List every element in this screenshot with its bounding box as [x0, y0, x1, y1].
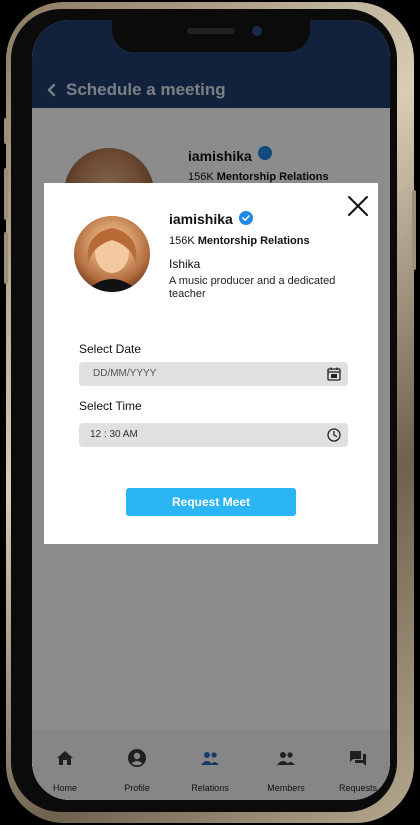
avatar: [74, 216, 150, 292]
date-label: Select Date: [79, 342, 142, 356]
volume-down-button: [4, 232, 8, 284]
time-value: 12 : 30 AM: [90, 429, 138, 440]
date-field[interactable]: DD/MM/YYYY: [79, 362, 348, 386]
date-placeholder: DD/MM/YYYY: [93, 368, 157, 379]
close-icon[interactable]: [347, 195, 369, 217]
username: iamishika: [169, 211, 233, 227]
volume-up-button: [4, 168, 8, 220]
mute-switch: [4, 118, 8, 144]
verified-check-icon: [239, 211, 253, 225]
relations-label: Mentorship Relations: [197, 235, 310, 247]
relations-count: 156K Mentorship Relations: [169, 235, 310, 247]
schedule-meeting-dialog: iamishika 156K Mentorship Relations Ishi…: [44, 183, 378, 544]
front-camera: [252, 26, 262, 36]
power-button: [412, 190, 416, 270]
time-label: Select Time: [79, 399, 142, 413]
request-meet-button[interactable]: Request Meet: [126, 488, 296, 516]
display-name: Ishika: [169, 257, 201, 271]
bio: A music producer and a dedicated teacher: [169, 275, 336, 300]
notch: [112, 20, 310, 52]
speaker: [187, 28, 235, 34]
relations-number: 156K: [169, 235, 195, 247]
time-field[interactable]: 12 : 30 AM: [79, 423, 348, 447]
clock-icon[interactable]: [326, 427, 342, 443]
calendar-icon[interactable]: [326, 366, 342, 382]
